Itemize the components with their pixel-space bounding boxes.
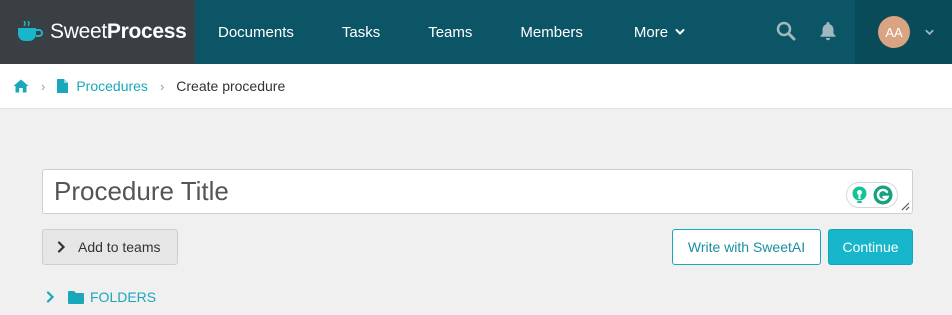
folders-toggle[interactable]: FOLDERS xyxy=(46,288,156,306)
chevron-down-icon xyxy=(675,29,685,35)
breadcrumb-separator: › xyxy=(159,78,165,94)
cup-logo-icon xyxy=(18,21,43,41)
lightbulb-icon xyxy=(852,186,867,203)
document-icon xyxy=(57,79,69,93)
nav-documents[interactable]: Documents xyxy=(218,0,294,64)
breadcrumb-current: Create procedure xyxy=(176,78,286,94)
write-with-sweetai-button[interactable]: Write with SweetAI xyxy=(672,229,821,265)
folders-label: FOLDERS xyxy=(90,289,157,305)
continue-button[interactable]: Continue xyxy=(828,229,913,265)
procedure-title-input[interactable] xyxy=(43,170,912,213)
add-to-teams-button[interactable]: Add to teams xyxy=(42,229,178,265)
bell-icon[interactable] xyxy=(819,21,837,41)
add-to-teams-label: Add to teams xyxy=(78,239,161,255)
chevron-right-icon xyxy=(57,241,66,253)
nav-more-label: More xyxy=(633,23,669,41)
search-icon[interactable] xyxy=(776,21,796,41)
nav-more[interactable]: More xyxy=(634,0,685,64)
breadcrumb-separator: › xyxy=(41,78,46,94)
brand-name-bold: Process xyxy=(106,20,187,43)
nav-tasks[interactable]: Tasks xyxy=(342,0,380,64)
procedure-title-field xyxy=(42,169,913,214)
avatar: AA xyxy=(878,16,910,48)
chevron-right-icon xyxy=(46,291,55,303)
chevron-down-icon xyxy=(925,29,934,35)
grammarly-icon xyxy=(873,185,893,205)
breadcrumb-procedures-link[interactable]: Procedures xyxy=(76,78,148,94)
brand-name-light: Sweet xyxy=(50,20,107,43)
main-nav: Documents Tasks Teams Members More xyxy=(195,0,685,64)
top-navbar: SweetProcess Documents Tasks Teams Membe… xyxy=(0,0,952,64)
brand-name: SweetProcess xyxy=(50,20,187,44)
brand-logo[interactable]: SweetProcess xyxy=(0,0,195,64)
grammarly-widget[interactable] xyxy=(846,182,898,208)
nav-members[interactable]: Members xyxy=(520,0,583,64)
breadcrumb: › Procedures › Create procedure xyxy=(0,64,952,109)
user-menu[interactable]: AA xyxy=(855,0,952,64)
nav-teams[interactable]: Teams xyxy=(428,0,472,64)
folder-icon xyxy=(68,290,84,304)
resize-handle-icon[interactable] xyxy=(901,202,910,211)
home-icon[interactable] xyxy=(13,79,29,93)
